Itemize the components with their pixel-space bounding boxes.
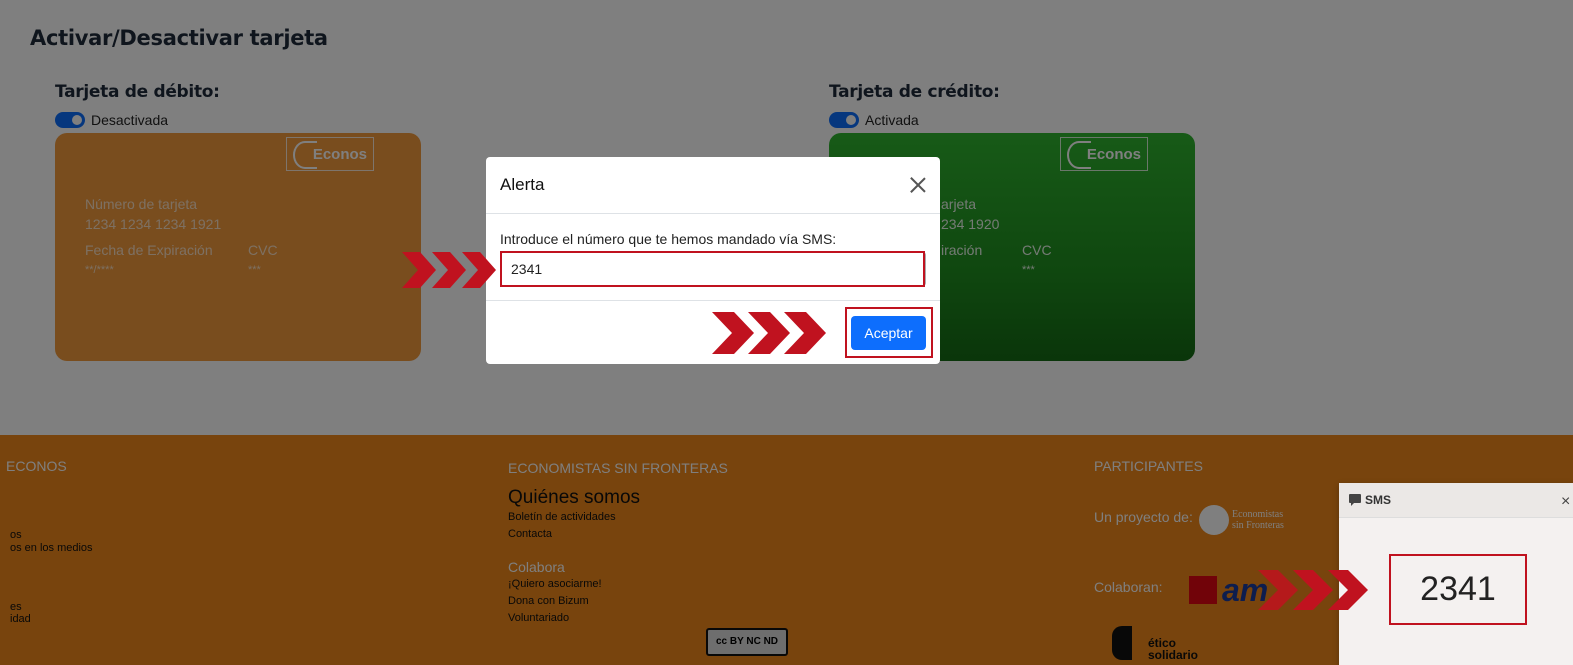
sms-header: SMS × [1339,483,1573,518]
input-highlight [500,251,925,287]
sms-header-label: SMS [1365,493,1392,507]
modal-prompt: Introduce el número que te hemos mandado… [500,231,837,247]
message-icon [1349,494,1361,506]
pointer-arrows-icon [712,312,826,354]
button-highlight [845,307,933,358]
close-icon[interactable]: × [1561,493,1570,511]
close-icon[interactable] [908,175,928,195]
pointer-arrows-icon [402,252,496,288]
modal-header: Alerta [486,157,940,214]
modal-footer-divider [486,300,940,301]
modal-title: Alerta [500,175,545,194]
pointer-arrows-icon [1258,570,1368,610]
sms-code: 2341 [1389,554,1527,625]
